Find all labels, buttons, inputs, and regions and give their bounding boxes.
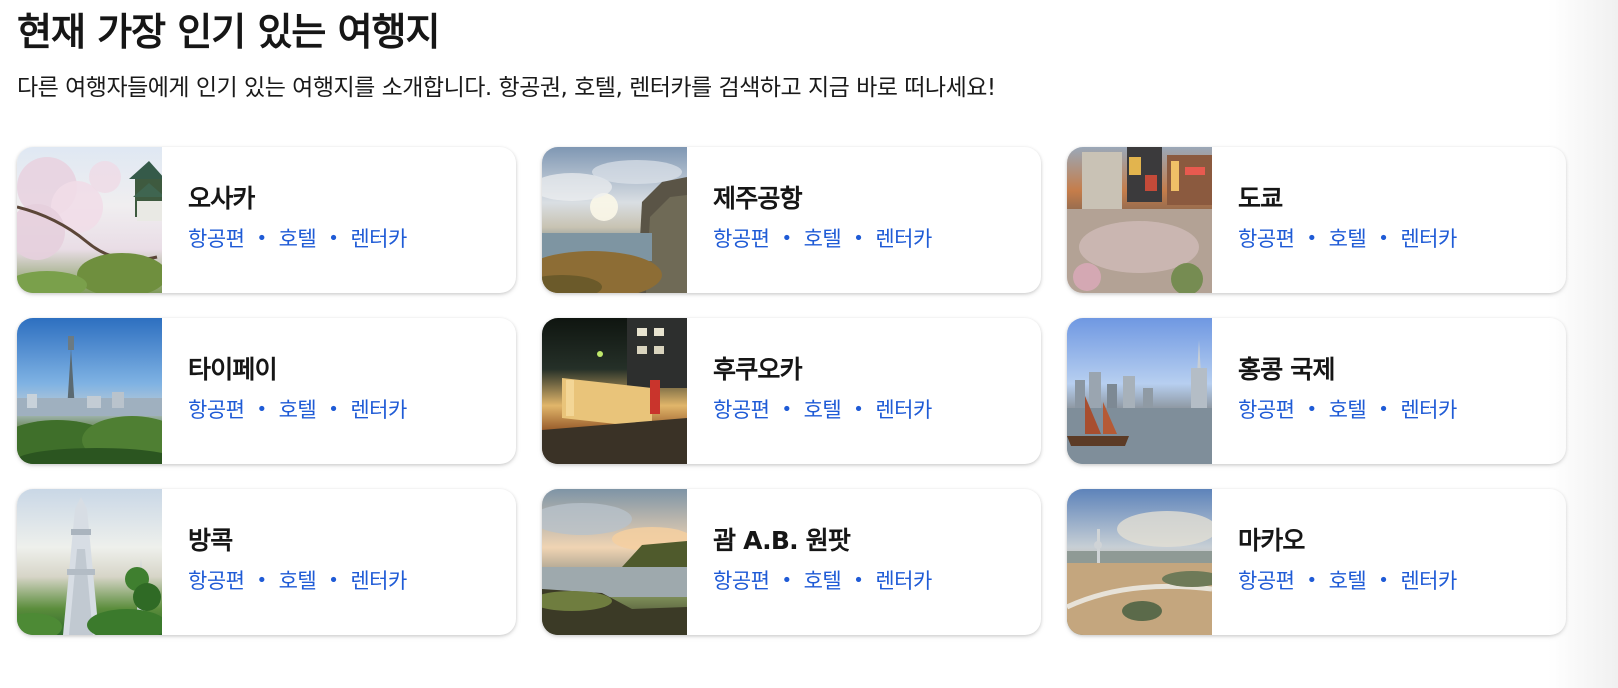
separator-dot: • — [256, 398, 267, 420]
destination-card-hong-kong[interactable]: 홍콩 국제 항공편 • 호텔 • 렌터카 — [1067, 318, 1566, 464]
hotels-link[interactable]: 호텔 — [1329, 565, 1367, 595]
hotels-link[interactable]: 호텔 — [279, 394, 317, 424]
destination-card-jeju[interactable]: 제주공항 항공편 • 호텔 • 렌터카 — [542, 147, 1041, 293]
destination-info: 도쿄 항공편 • 호텔 • 렌터카 — [1212, 147, 1457, 293]
separator-dot: • — [1306, 227, 1317, 249]
car-rental-link[interactable]: 렌터카 — [875, 565, 932, 595]
car-rental-link[interactable]: 렌터카 — [350, 394, 407, 424]
destination-links: 항공편 • 호텔 • 렌터카 — [713, 223, 932, 253]
destination-card-tokyo[interactable]: 도쿄 항공편 • 호텔 • 렌터카 — [1067, 147, 1566, 293]
separator-dot: • — [781, 569, 792, 591]
hotels-link[interactable]: 호텔 — [1329, 394, 1367, 424]
destination-links: 항공편 • 호텔 • 렌터카 — [713, 394, 932, 424]
separator-dot: • — [853, 398, 864, 420]
flights-link[interactable]: 항공편 — [1238, 223, 1295, 253]
popular-destinations-page: 현재 가장 인기 있는 여행지 다른 여행자들에게 인기 있는 여행지를 소개합… — [0, 0, 1618, 688]
destination-info: 오사카 항공편 • 호텔 • 렌터카 — [162, 147, 407, 293]
destination-name[interactable]: 홍콩 국제 — [1238, 354, 1457, 386]
separator-dot: • — [1306, 569, 1317, 591]
car-rental-link[interactable]: 렌터카 — [875, 394, 932, 424]
fukuoka-street-photo[interactable] — [542, 318, 687, 464]
destination-card-bangkok[interactable]: 방콕 항공편 • 호텔 • 렌터카 — [17, 489, 516, 635]
separator-dot: • — [1378, 227, 1389, 249]
separator-dot: • — [853, 569, 864, 591]
hotels-link[interactable]: 호텔 — [804, 223, 842, 253]
separator-dot: • — [256, 227, 267, 249]
destination-name[interactable]: 도쿄 — [1238, 183, 1457, 215]
destination-name[interactable]: 후쿠오카 — [713, 354, 932, 386]
destination-links: 항공편 • 호텔 • 렌터카 — [1238, 394, 1457, 424]
hotels-link[interactable]: 호텔 — [1329, 223, 1367, 253]
guam-shoreline-photo[interactable] — [542, 489, 687, 635]
destination-info: 타이페이 항공편 • 호텔 • 렌터카 — [162, 318, 407, 464]
destination-info: 괌 A.B. 원팟 항공편 • 호텔 • 렌터카 — [687, 489, 932, 635]
separator-dot: • — [781, 398, 792, 420]
destination-info: 후쿠오카 항공편 • 호텔 • 렌터카 — [687, 318, 932, 464]
destination-links: 항공편 • 호텔 • 렌터카 — [188, 223, 407, 253]
hotels-link[interactable]: 호텔 — [804, 565, 842, 595]
hong-kong-harbour-photo[interactable] — [1067, 318, 1212, 464]
separator-dot: • — [781, 227, 792, 249]
hotels-link[interactable]: 호텔 — [279, 223, 317, 253]
destination-name[interactable]: 제주공항 — [713, 183, 932, 215]
flights-link[interactable]: 항공편 — [713, 223, 770, 253]
flights-link[interactable]: 항공편 — [1238, 565, 1295, 595]
destination-links: 항공편 • 호텔 • 렌터카 — [1238, 223, 1457, 253]
separator-dot: • — [853, 227, 864, 249]
car-rental-link[interactable]: 렌터카 — [1400, 223, 1457, 253]
page-title: 현재 가장 인기 있는 여행지 — [17, 10, 440, 54]
car-rental-link[interactable]: 렌터카 — [875, 223, 932, 253]
flights-link[interactable]: 항공편 — [1238, 394, 1295, 424]
jeju-coast-photo[interactable] — [542, 147, 687, 293]
separator-dot: • — [328, 398, 339, 420]
destination-name[interactable]: 방콕 — [188, 525, 407, 557]
destination-info: 방콕 항공편 • 호텔 • 렌터카 — [162, 489, 407, 635]
destination-name[interactable]: 괌 A.B. 원팟 — [713, 525, 932, 557]
separator-dot: • — [1378, 569, 1389, 591]
flights-link[interactable]: 항공편 — [188, 223, 245, 253]
separator-dot: • — [1306, 398, 1317, 420]
separator-dot: • — [328, 227, 339, 249]
destination-card-osaka[interactable]: 오사카 항공편 • 호텔 • 렌터카 — [17, 147, 516, 293]
destination-info: 제주공항 항공편 • 호텔 • 렌터카 — [687, 147, 932, 293]
page-subtitle: 다른 여행자들에게 인기 있는 여행지를 소개합니다. 항공권, 호텔, 렌터카… — [17, 75, 996, 101]
car-rental-link[interactable]: 렌터카 — [1400, 394, 1457, 424]
hotels-link[interactable]: 호텔 — [279, 565, 317, 595]
bangkok-temple-photo[interactable] — [17, 489, 162, 635]
flights-link[interactable]: 항공편 — [713, 565, 770, 595]
destination-links: 항공편 • 호텔 • 렌터카 — [713, 565, 932, 595]
flights-link[interactable]: 항공편 — [713, 394, 770, 424]
destination-card-guam[interactable]: 괌 A.B. 원팟 항공편 • 호텔 • 렌터카 — [542, 489, 1041, 635]
flights-link[interactable]: 항공편 — [188, 394, 245, 424]
destination-name[interactable]: 마카오 — [1238, 525, 1457, 557]
hotels-link[interactable]: 호텔 — [804, 394, 842, 424]
destination-links: 항공편 • 호텔 • 렌터카 — [1238, 565, 1457, 595]
tokyo-crossing-photo[interactable] — [1067, 147, 1212, 293]
destination-links: 항공편 • 호텔 • 렌터카 — [188, 394, 407, 424]
macau-bridge-photo[interactable] — [1067, 489, 1212, 635]
destination-name[interactable]: 오사카 — [188, 183, 407, 215]
destination-info: 마카오 항공편 • 호텔 • 렌터카 — [1212, 489, 1457, 635]
flights-link[interactable]: 항공편 — [188, 565, 245, 595]
separator-dot: • — [1378, 398, 1389, 420]
destination-grid: 오사카 항공편 • 호텔 • 렌터카 제주공항 항공편 • 호텔 • 렌터카 도… — [17, 147, 1566, 635]
destination-info: 홍콩 국제 항공편 • 호텔 • 렌터카 — [1212, 318, 1457, 464]
destination-name[interactable]: 타이페이 — [188, 354, 407, 386]
osaka-castle-photo[interactable] — [17, 147, 162, 293]
taipei-skyline-photo[interactable] — [17, 318, 162, 464]
destination-links: 항공편 • 호텔 • 렌터카 — [188, 565, 407, 595]
separator-dot: • — [256, 569, 267, 591]
destination-card-taipei[interactable]: 타이페이 항공편 • 호텔 • 렌터카 — [17, 318, 516, 464]
destination-card-macau[interactable]: 마카오 항공편 • 호텔 • 렌터카 — [1067, 489, 1566, 635]
car-rental-link[interactable]: 렌터카 — [350, 565, 407, 595]
car-rental-link[interactable]: 렌터카 — [350, 223, 407, 253]
destination-card-fukuoka[interactable]: 후쿠오카 항공편 • 호텔 • 렌터카 — [542, 318, 1041, 464]
separator-dot: • — [328, 569, 339, 591]
car-rental-link[interactable]: 렌터카 — [1400, 565, 1457, 595]
